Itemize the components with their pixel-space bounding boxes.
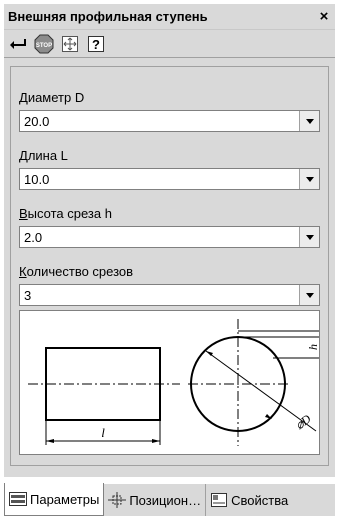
stop-button[interactable]: STOP <box>34 34 54 54</box>
svg-text:?: ? <box>92 37 100 52</box>
length-field: Длина L 10.0 <box>19 147 320 190</box>
cut-height-field: Высота среза h 2.0 <box>19 205 320 248</box>
preview-svg: l h ⌀D <box>28 313 331 446</box>
length-dimension-label: l <box>101 425 105 440</box>
diameter-field: Диаметр D 20.0 <box>19 89 320 132</box>
length-dropdown-button[interactable] <box>299 169 319 189</box>
parameters-panel: Диаметр D 20.0 Длина L 10.0 Высота среза… <box>4 57 335 477</box>
cut-height-combo[interactable]: 2.0 <box>19 226 320 248</box>
fit-button[interactable] <box>60 34 80 54</box>
cut-height-value[interactable]: 2.0 <box>20 230 299 245</box>
help-icon: ? <box>88 35 104 52</box>
diameter-label: ⌀D <box>292 411 313 432</box>
cut-count-combo[interactable]: 3 <box>19 284 320 306</box>
parameters-tab-icon <box>9 491 27 507</box>
cut-count-value[interactable]: 3 <box>20 288 299 303</box>
diameter-label: Диаметр D <box>19 90 85 105</box>
diameter-combo[interactable]: 20.0 <box>19 110 320 132</box>
cut-height-label: Высота среза h <box>19 206 112 221</box>
help-button[interactable]: ? <box>86 34 106 54</box>
tab-properties-label: Свойства <box>231 492 289 508</box>
bottom-tabs: Параметры Позицион… Свойства <box>4 483 335 516</box>
cut-count-field: Количество срезов 3 <box>19 263 320 306</box>
tab-parameters-label: Параметры <box>30 491 100 507</box>
close-button[interactable]: × <box>313 4 335 30</box>
chevron-down-icon <box>305 292 314 298</box>
parameters-frame: Диаметр D 20.0 Длина L 10.0 Высота среза… <box>10 66 331 466</box>
chevron-down-icon <box>305 176 314 182</box>
tab-position-label: Позицион… <box>129 492 202 508</box>
diameter-value[interactable]: 20.0 <box>20 114 299 129</box>
preview-drawing: l h ⌀D <box>19 310 331 455</box>
enter-button[interactable] <box>8 34 28 54</box>
chevron-down-icon <box>305 234 314 240</box>
fit-icon <box>62 35 78 52</box>
tab-properties[interactable]: Свойства <box>206 484 292 516</box>
cut-count-label: Количество срезов <box>19 264 134 279</box>
length-combo[interactable]: 10.0 <box>19 168 320 190</box>
window-titlebar: Внешняя профильная ступень × <box>4 4 335 30</box>
toolbar: STOP ? <box>4 30 335 57</box>
window-title: Внешняя профильная ступень <box>8 9 208 24</box>
position-tab-icon <box>108 492 127 508</box>
svg-text:STOP: STOP <box>36 43 52 49</box>
tab-parameters[interactable]: Параметры <box>4 483 105 516</box>
cut-height-dropdown-button[interactable] <box>299 227 319 247</box>
cut-count-dropdown-button[interactable] <box>299 285 319 305</box>
length-label: Длина L <box>19 148 68 163</box>
tab-position[interactable]: Позицион… <box>104 484 207 516</box>
stop-icon: STOP <box>34 34 54 53</box>
cut-height-label: h <box>306 344 319 350</box>
diameter-dropdown-button[interactable] <box>299 111 319 131</box>
length-value[interactable]: 10.0 <box>20 172 299 187</box>
chevron-down-icon <box>305 118 314 124</box>
enter-icon <box>10 38 26 49</box>
properties-tab-icon <box>210 492 228 508</box>
